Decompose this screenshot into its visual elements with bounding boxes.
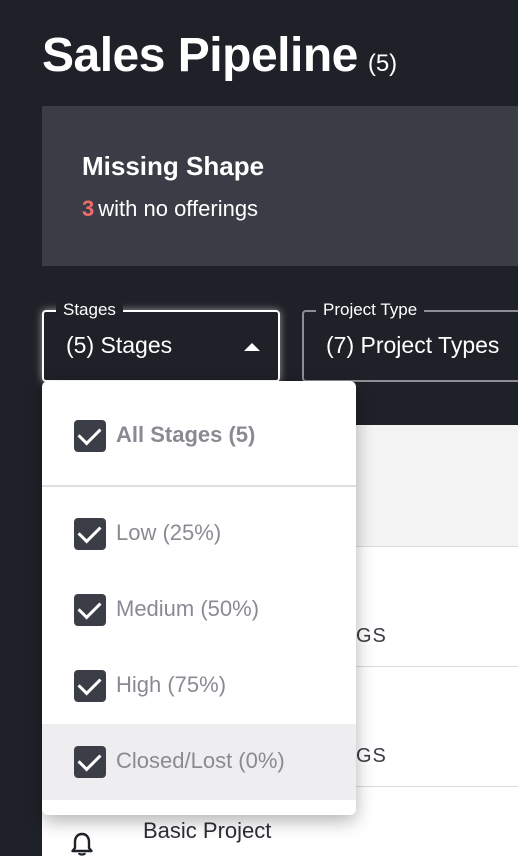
missing-shape-count: 3	[82, 196, 95, 221]
page-title-row: Sales Pipeline (5)	[42, 28, 397, 83]
checkbox-checked-icon[interactable]	[74, 594, 106, 626]
page-title: Sales Pipeline	[42, 29, 358, 82]
option-all-stages[interactable]: All Stages (5)	[42, 398, 356, 474]
checkbox-checked-icon[interactable]	[74, 518, 106, 550]
option-label: Low (25%)	[116, 520, 222, 545]
project-type-select-value: (7) Project Types	[326, 332, 500, 358]
option-stage-low[interactable]: Low (25%)	[42, 496, 356, 572]
option-stage-medium[interactable]: Medium (50%)	[42, 572, 356, 648]
missing-shape-card[interactable]: Missing Shape 3 with no offerings	[42, 106, 518, 266]
option-label: All Stages (5)	[116, 422, 256, 447]
missing-shape-suffix: with no offerings	[98, 196, 259, 221]
row-peek-text: GS	[356, 745, 387, 767]
project-type-select-label: Project Type	[316, 300, 425, 320]
row-project-name[interactable]: Basic Project	[143, 818, 271, 844]
missing-shape-subtitle: 3 with no offerings	[82, 196, 258, 222]
checkbox-checked-icon[interactable]	[74, 420, 106, 452]
checkbox-checked-icon[interactable]	[74, 746, 106, 778]
caret-up-icon[interactable]	[244, 343, 260, 351]
row-peek-text: GS	[356, 625, 387, 647]
option-stage-closed-lost[interactable]: Closed/Lost (0%)	[42, 724, 356, 800]
stages-select-label: Stages	[56, 300, 123, 320]
missing-shape-title: Missing Shape	[82, 151, 265, 181]
option-label: Medium (50%)	[116, 596, 260, 621]
stages-dropdown-menu: All Stages (5) Low (25%) Medium (50%) Hi…	[42, 381, 356, 815]
menu-divider	[42, 485, 356, 487]
page-title-count: (5)	[367, 50, 398, 77]
stages-select-value: (5) Stages	[66, 332, 173, 358]
checkbox-checked-icon[interactable]	[74, 670, 106, 702]
option-label: High (75%)	[116, 672, 227, 697]
stages-select[interactable]: Stages (5) Stages	[42, 300, 280, 382]
option-label: Closed/Lost (0%)	[116, 748, 285, 773]
bell-icon	[71, 832, 93, 856]
project-type-select[interactable]: Project Type (7) Project Types	[302, 300, 518, 382]
option-stage-high[interactable]: High (75%)	[42, 648, 356, 724]
